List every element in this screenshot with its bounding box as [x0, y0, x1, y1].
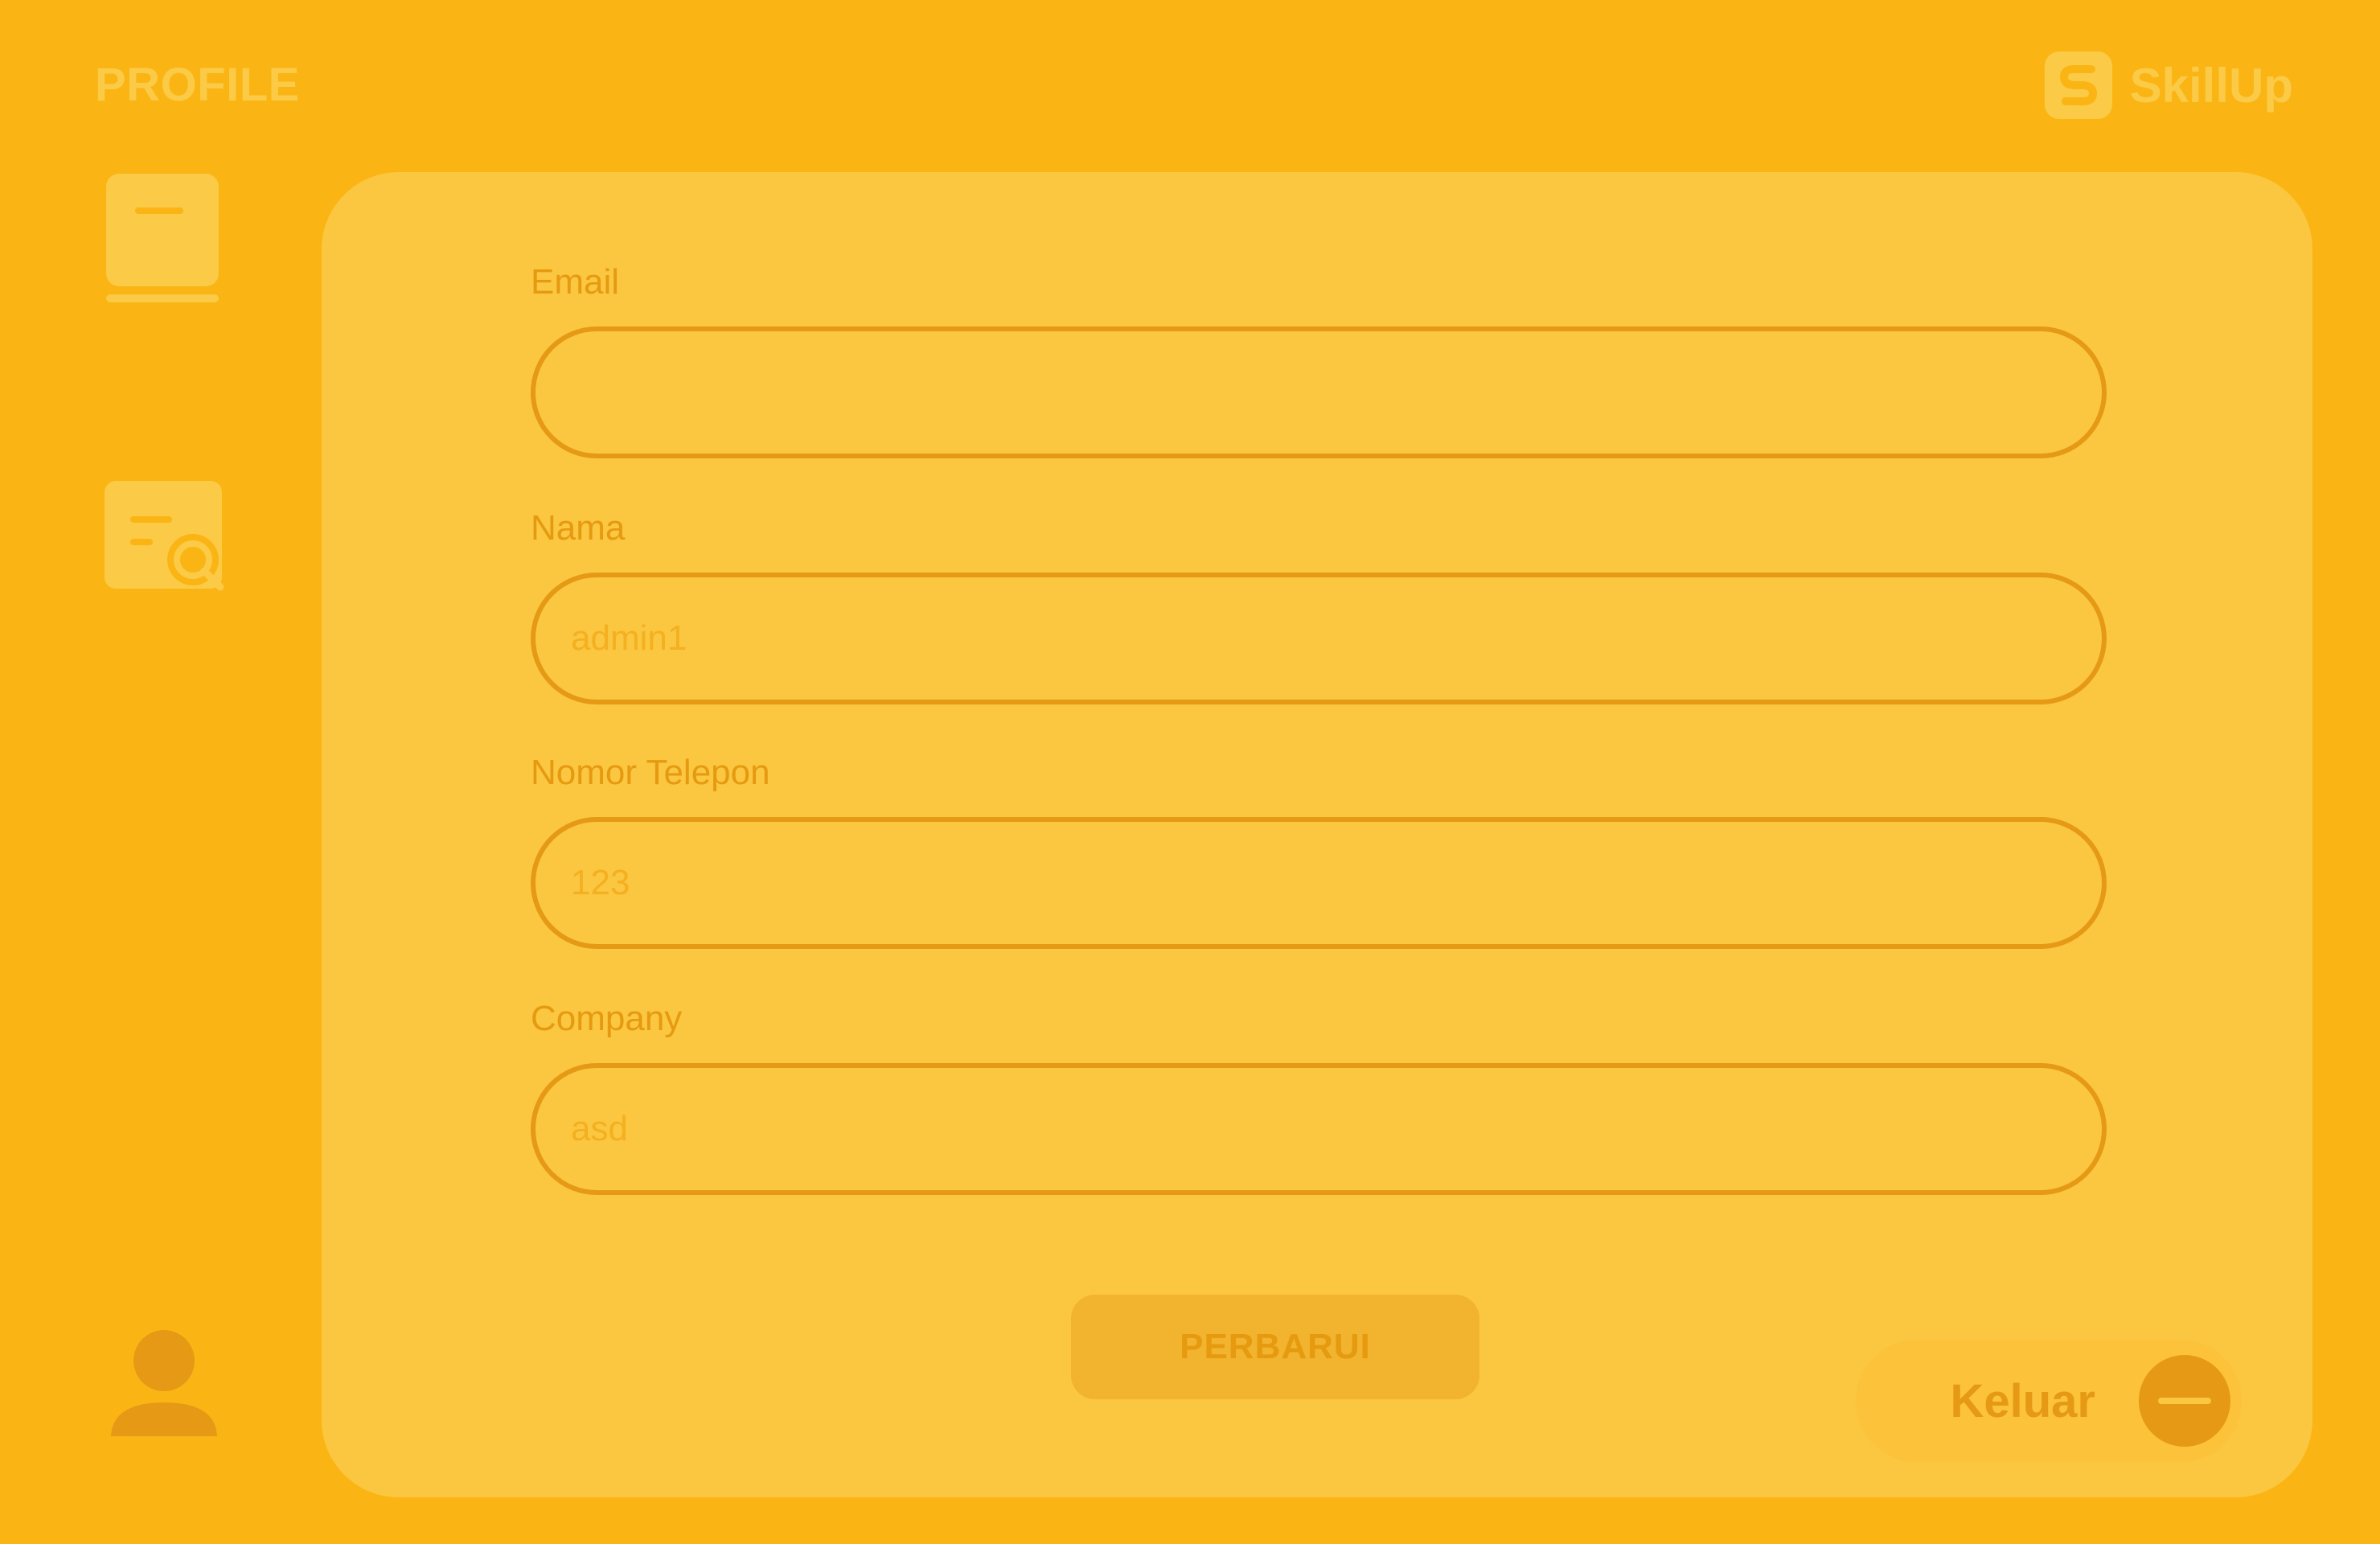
- book-icon[interactable]: [103, 172, 222, 308]
- email-label: Email: [531, 262, 620, 302]
- logout-label: Keluar: [1950, 1374, 2095, 1427]
- company-field[interactable]: [531, 1063, 2107, 1195]
- profile-screen: PROFILE SkillUp Email Nama admin1 Nomor …: [0, 0, 2380, 1544]
- brand-name: SkillUp: [2129, 58, 2293, 113]
- profile-form-card: Email Nama Nomor Telepon Company PERBARU…: [322, 172, 2312, 1497]
- telepon-field[interactable]: [531, 817, 2107, 949]
- nama-label: Nama: [531, 508, 626, 548]
- search-document-icon[interactable]: [103, 479, 228, 596]
- logout-button[interactable]: Keluar: [1856, 1340, 2242, 1462]
- email-field[interactable]: [531, 326, 2107, 458]
- skillup-logo-icon: [2044, 51, 2112, 119]
- page-title: PROFILE: [95, 59, 300, 111]
- nama-field[interactable]: [531, 573, 2107, 704]
- user-icon[interactable]: [109, 1328, 219, 1442]
- company-label: Company: [531, 999, 683, 1038]
- brand: SkillUp: [2044, 51, 2293, 119]
- telepon-label: Nomor Telepon: [531, 753, 770, 792]
- minus-circle-icon: [2139, 1355, 2230, 1447]
- update-button[interactable]: PERBARUI: [1071, 1295, 1479, 1399]
